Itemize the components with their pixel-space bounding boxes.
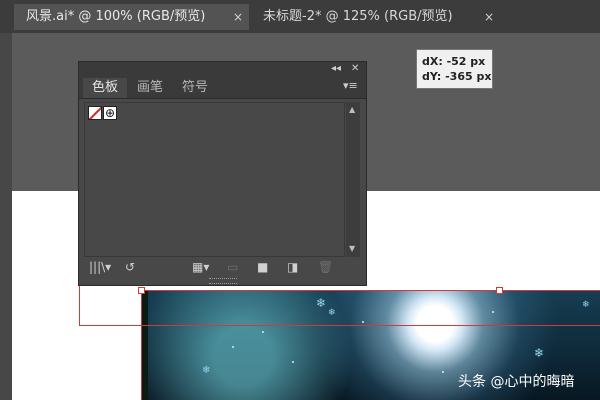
star-sparkle (492, 311, 494, 313)
snowflake-decoration: ❄ (316, 296, 327, 310)
star-sparkle (262, 331, 264, 333)
snowflake-decoration: ❄ (582, 300, 590, 310)
tab-brushes[interactable]: 画笔 (129, 78, 171, 98)
watermark-text: 头条 @心中的晦暗 (458, 374, 575, 390)
panel-tab-strip: 色板 画笔 符号 ▾≡ (79, 76, 366, 99)
snowflake-decoration: ❄ (534, 346, 545, 360)
document-tab-bar: 风景.ai* @ 100% (RGB/预览) × 未标题-2* @ 125% (… (0, 0, 600, 34)
panel-resize-grip[interactable] (209, 278, 237, 284)
collapse-panel-icon[interactable]: ◂◂ (331, 62, 341, 76)
star-sparkle (442, 371, 444, 373)
new-swatch-icon[interactable]: ◨ (287, 260, 298, 274)
snowflake-decoration: ❄ (328, 308, 336, 318)
star-sparkle (232, 346, 234, 348)
delta-y-text: dY: -365 px (422, 70, 492, 83)
close-tab-icon[interactable]: × (484, 4, 494, 30)
selection-handle[interactable] (138, 287, 145, 294)
scroll-down-arrow-icon[interactable]: ▼ (349, 244, 355, 253)
swatch-options-dim-icon: ▭ (227, 260, 239, 274)
document-tab-label: 风景.ai* @ 100% (RGB/预览) (26, 9, 206, 24)
swatches-panel[interactable]: ◂◂ ✕ 色板 画笔 符号 ▾≡ ⊕ ▲ ▼ |||\▾ ↺ ▦▾ ▭ ■ ◨ … (78, 61, 367, 286)
swatch-list: ⊕ (84, 102, 345, 257)
selection-guide-line (79, 286, 80, 326)
swatch-scrollbar[interactable]: ▲ ▼ (346, 102, 360, 257)
close-panel-icon[interactable]: ✕ (351, 62, 359, 76)
left-edge-strip (0, 33, 12, 400)
selection-bounding-line (141, 290, 142, 400)
document-tab-fengjing[interactable]: 风景.ai* @ 100% (RGB/预览) × (14, 4, 249, 30)
snowflake-decoration: ❄ (202, 365, 211, 376)
delete-swatch-icon: 🗑 (318, 260, 334, 274)
document-tab-untitled-2[interactable]: 未标题-2* @ 125% (RGB/预览) × (251, 4, 501, 30)
swatch-options-icon[interactable]: ↺ (125, 260, 135, 274)
swatch-libraries-icon[interactable]: |||\▾ (89, 260, 111, 274)
scroll-up-arrow-icon[interactable]: ▲ (349, 105, 355, 114)
registration-target-icon[interactable]: ⊕ (103, 106, 117, 120)
selection-guide-line (79, 325, 600, 326)
drag-delta-tooltip: dX: -52 px dY: -365 px (416, 49, 493, 89)
panel-bottom-toolbar: |||\▾ ↺ ▦▾ ▭ ■ ◨ 🗑 (79, 258, 366, 276)
tab-swatches[interactable]: 色板 (83, 78, 127, 98)
tab-symbols[interactable]: 符号 (173, 78, 217, 98)
document-tab-label: 未标题-2* @ 125% (RGB/预览) (263, 9, 453, 24)
none-slash-icon[interactable] (88, 106, 102, 120)
panel-menu-icon[interactable]: ▾≡ (343, 79, 358, 92)
new-color-group-icon[interactable]: ■ (257, 260, 268, 274)
selection-bounding-line (142, 290, 600, 291)
close-tab-icon[interactable]: × (233, 4, 243, 30)
panel-title-bar[interactable]: ◂◂ ✕ (79, 62, 366, 76)
delta-x-text: dX: -52 px (422, 55, 486, 68)
image-left-frame (142, 291, 148, 400)
selection-handle[interactable] (496, 287, 503, 294)
star-sparkle (362, 321, 364, 323)
star-sparkle (292, 361, 294, 363)
show-swatch-kinds-icon[interactable]: ▦▾ (192, 260, 209, 274)
